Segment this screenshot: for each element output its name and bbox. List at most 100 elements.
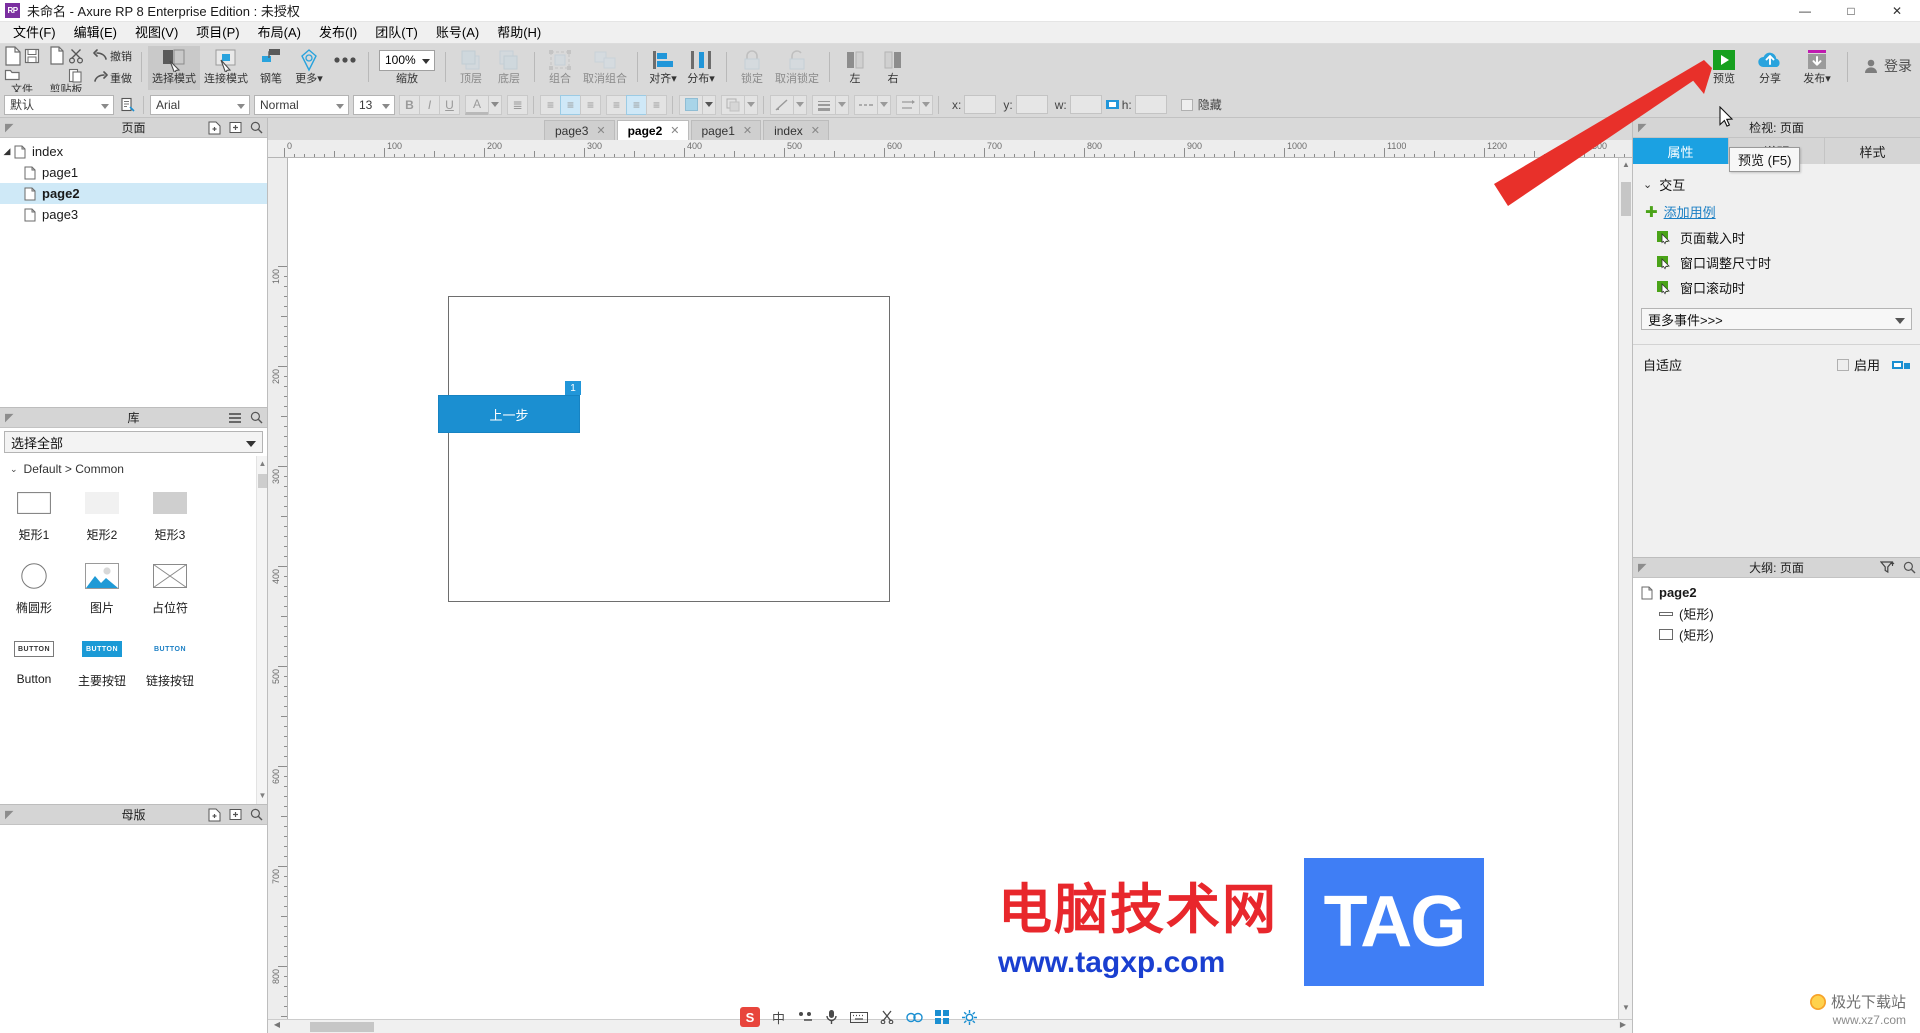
outline-row-page2[interactable]: page2 [1633,582,1920,603]
add-case-row[interactable]: ✚ 添加用例 [1633,198,1920,225]
collapse-panel-icon[interactable]: ◤ [1638,121,1646,134]
library-filter-select[interactable]: 选择全部 [4,431,263,453]
shadow-button[interactable] [721,94,745,115]
add-case-link[interactable]: 添加用例 [1664,202,1716,221]
tab-properties[interactable]: 属性 [1633,138,1729,164]
unlock-button[interactable]: 取消锁定 [771,46,823,90]
library-item-rect2[interactable]: 矩形2 [68,486,136,543]
close-button[interactable]: ✕ [1874,0,1920,22]
lock-button[interactable]: 锁定 [733,46,771,90]
library-item-link-button[interactable]: BUTTON 链接按钮 [136,632,204,689]
underline-button[interactable]: U [439,94,460,115]
font-family-select[interactable]: Arial [150,94,250,115]
align-right-button[interactable]: 右 [874,46,912,90]
login-button[interactable]: 登录 [1864,56,1912,76]
menu-view[interactable]: 视图(V) [126,22,187,44]
bold-button[interactable]: B [399,94,420,115]
ime-apps-icon[interactable] [935,1010,950,1024]
menu-account[interactable]: 账号(A) [427,22,488,44]
interactions-section-header[interactable]: ⌄ 交互 [1633,170,1920,198]
close-icon[interactable]: ✕ [811,124,820,137]
event-onwindowresize[interactable]: 窗口调整尺寸时 [1633,250,1920,275]
minimize-button[interactable]: — [1782,0,1828,22]
valign-top-button[interactable]: ≡ [606,94,627,115]
scrollbar-thumb[interactable] [1621,182,1631,216]
search-icon[interactable] [250,121,263,134]
adaptive-settings-icon[interactable] [1892,358,1910,372]
line-width-button[interactable] [812,94,836,115]
close-icon[interactable]: ✕ [743,124,752,137]
shadow-dropdown[interactable] [744,94,758,115]
zoom-control[interactable]: 100% 缩放 [375,46,439,90]
library-scrollbar[interactable]: ▲ ▼ [256,456,267,804]
zoom-combo[interactable]: 100% [379,48,435,72]
save-icon[interactable] [22,46,41,65]
filter-icon[interactable] [1880,561,1895,574]
x-input[interactable] [964,95,997,114]
tab-style[interactable]: 样式 [1825,138,1920,164]
copy-icon[interactable] [47,46,66,65]
design-canvas[interactable]: 上一步 1 电脑技术网 www.tagxp.com TAG [288,158,1618,1019]
library-item-primary-button[interactable]: BUTTON 主要按钮 [68,632,136,689]
library-group-header[interactable]: ⌄ Default > Common [0,456,267,480]
line-style-button[interactable] [854,94,878,115]
scroll-right-icon[interactable]: ▶ [1616,1020,1630,1033]
menu-edit[interactable]: 编辑(E) [65,22,126,44]
w-input[interactable] [1069,95,1102,114]
bring-front-button[interactable]: 顶层 [452,46,490,90]
more-tools-button[interactable]: 更多▾ [290,46,328,90]
share-button[interactable]: 分享 [1747,46,1793,90]
undo-button[interactable]: 撤销 [91,46,132,65]
scroll-up-icon[interactable]: ▲ [1619,160,1633,174]
canvas-vertical-scrollbar[interactable]: ▲ ▼ [1618,158,1632,1019]
maximize-button[interactable]: □ [1828,0,1874,22]
lock-ratio-icon[interactable] [1105,98,1119,111]
pen-tool-button[interactable]: 钢笔 [252,46,290,90]
publish-button[interactable]: 发布▾ [1793,46,1841,90]
pages-tree-item-page1[interactable]: page1 [0,162,267,183]
ungroup-button[interactable]: 取消组合 [579,46,631,90]
library-item-rect1[interactable]: 矩形1 [0,486,68,543]
scrollbar-thumb[interactable] [258,474,267,488]
library-item-button[interactable]: BUTTON Button [0,632,68,689]
library-item-rect3[interactable]: 矩形3 [136,486,204,543]
library-item-placeholder[interactable]: 占位符 [136,559,204,616]
library-item-image[interactable]: 图片 [68,559,136,616]
arrow-style-dropdown[interactable] [919,94,933,115]
bullet-list-button[interactable]: ≣ [507,94,528,115]
preview-button[interactable]: 预览 [1701,46,1747,90]
distribute-button[interactable]: 分布▾ [682,46,720,90]
adaptive-enable-checkbox[interactable] [1836,358,1849,371]
collapse-panel-icon[interactable]: ◤ [5,411,13,424]
close-icon[interactable]: ✕ [670,124,679,137]
cut-icon[interactable] [66,46,85,65]
fill-color-dropdown[interactable] [702,94,716,115]
tab-page1[interactable]: page1 ✕ [690,120,762,140]
close-icon[interactable]: ✕ [596,124,605,137]
add-master-folder-icon[interactable] [229,808,242,821]
prev-step-button-widget[interactable]: 上一步 [438,395,580,433]
font-size-select[interactable]: 13 [353,94,395,115]
ime-handwriting-icon[interactable] [797,1010,813,1024]
line-color-dropdown[interactable] [793,94,807,115]
zoom-value-box[interactable]: 100% [379,49,435,71]
menu-file[interactable]: 文件(F) [4,22,65,44]
search-icon[interactable] [1903,561,1916,574]
line-color-button[interactable] [770,94,794,115]
style-select[interactable]: 默认 [4,94,114,115]
tab-index[interactable]: index ✕ [763,120,829,140]
event-onwindowscroll[interactable]: 窗口滚动时 [1633,275,1920,300]
library-item-ellipse[interactable]: 椭圆形 [0,559,68,616]
line-style-dropdown[interactable] [877,94,891,115]
fill-color-button[interactable] [679,94,703,115]
font-color-button[interactable]: A [465,94,489,115]
redo-button[interactable]: 重做 [91,68,132,87]
search-icon[interactable] [250,808,263,821]
y-input[interactable] [1015,95,1048,114]
ime-translate-icon[interactable] [906,1011,923,1024]
send-back-button[interactable]: 底层 [490,46,528,90]
more-dots-button[interactable] [328,46,362,90]
ime-language-toggle[interactable]: 中 [772,1008,785,1027]
open-file-icon[interactable] [3,65,22,84]
menu-team[interactable]: 团队(T) [366,22,427,44]
